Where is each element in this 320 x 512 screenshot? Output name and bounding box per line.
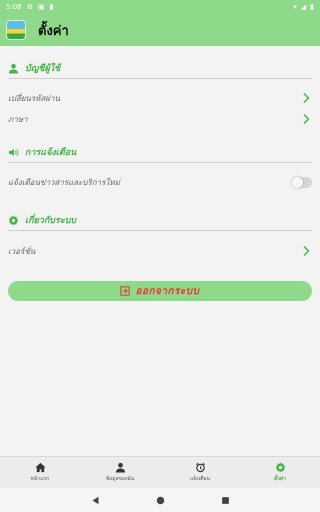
nav-notifications-label: แจ้งเตือน [190,476,210,482]
chevron-right-icon [303,113,310,125]
setting-news-notification: แจ้งเตือนข่าวสารและบริการใหม่ [8,173,312,191]
news-notification-toggle[interactable] [292,176,312,188]
signal-icon: ◢ [300,2,307,11]
battery-icon: ▮ [310,2,314,11]
setting-language-label: ภาษา [8,114,28,124]
person-icon [115,462,125,473]
nav-profile-label: ข้อมูลของฉัน [105,476,135,482]
divider [8,78,312,79]
divider [8,230,312,231]
system-nav-bar [0,488,320,512]
toggle-knob [292,176,303,188]
person-icon [8,63,19,74]
gear-icon [8,214,19,226]
nav-profile[interactable]: ข้อมูลของฉัน [80,457,160,488]
setting-version[interactable]: เวอร์ชั่น [8,242,312,260]
divider [8,162,312,163]
settings-content: บัญชีผู้ใช้ เปลี่ยนรหัสผ่าน ภาษา การแจ้ง… [0,46,320,456]
section-about-header: เกี่ยวกับระบบ [8,212,312,228]
setting-change-password-label: เปลี่ยนรหัสผ่าน [8,93,60,103]
page-title: ตั้งค่า [38,23,69,39]
status-bar: 5:08 ⚙ ▣ ▮ ▾ ◢ ▮ [0,0,320,14]
nav-home[interactable]: หน้าแรก [0,457,80,488]
nav-notifications[interactable]: แจ้งเตือน [160,457,240,488]
logout-label: ออกจากระบบ [135,285,200,297]
nav-settings-label: ตั้งค่า [274,476,286,482]
alarm-icon [195,462,205,473]
section-notifications-title: การแจ้งเตือน [25,148,77,158]
home-icon [34,462,46,473]
chevron-right-icon [303,245,310,257]
section-about-title: เกี่ยวกับระบบ [25,216,77,226]
chevron-right-icon [303,92,310,104]
recents-icon[interactable] [221,496,230,505]
sim-notification-icon: ▮ [49,2,54,11]
section-notifications-header: การแจ้งเตือน [8,144,312,160]
nav-home-label: หน้าแรก [30,476,50,482]
section-account-header: บัญชีผู้ใช้ [8,60,312,76]
app-bar: ตั้งค่า [0,14,320,46]
setting-language[interactable]: ภาษา [8,110,312,128]
setting-change-password[interactable]: เปลี่ยนรหัสผ่าน [8,89,312,107]
app-notification-icon: ▣ [38,2,45,11]
setting-news-notification-label: แจ้งเตือนข่าวสารและบริการใหม่ [8,177,120,187]
section-account-title: บัญชีผู้ใช้ [25,64,61,74]
home-button-icon[interactable] [156,496,165,505]
status-time: 5:08 [6,3,22,11]
setting-version-label: เวอร์ชั่น [8,246,36,256]
back-icon[interactable] [91,496,100,505]
logout-button[interactable]: ออกจากระบบ [8,281,312,301]
speaker-icon [8,148,19,156]
app-logo [6,20,26,40]
bottom-nav: หน้าแรก ข้อมูลของฉัน แจ้งเตือน ตั้งค่า [0,456,320,488]
wifi-icon: ▾ [293,2,297,11]
logout-icon [120,286,131,296]
nav-settings[interactable]: ตั้งค่า [240,457,320,488]
gear-icon [275,462,285,473]
settings-notification-icon: ⚙ [26,2,34,11]
